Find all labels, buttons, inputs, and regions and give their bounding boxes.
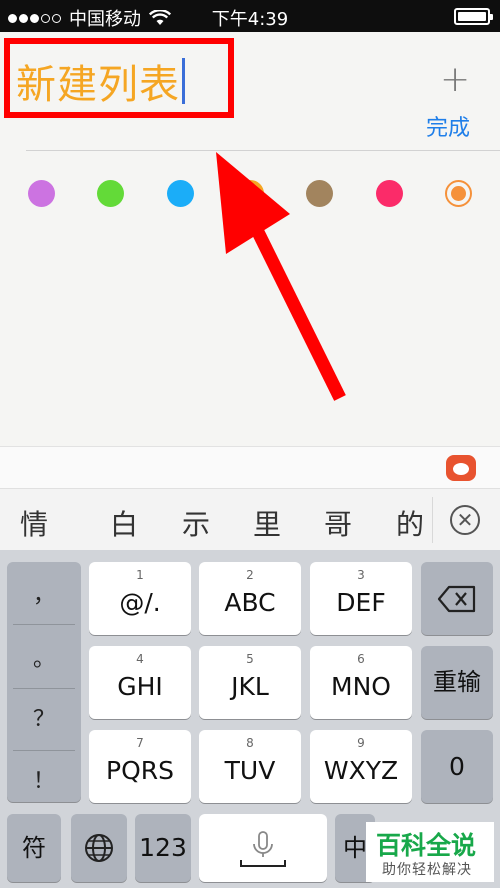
candidate-1[interactable]: 情	[20, 503, 48, 543]
key-label: GHI	[117, 672, 163, 701]
key-9[interactable]: 9 WXYZ	[310, 730, 412, 803]
battery-icon	[454, 8, 493, 25]
key-number: 8	[246, 736, 254, 750]
candidate-separator	[432, 497, 433, 543]
reinput-button[interactable]: 重输	[421, 646, 493, 719]
key-label: @/.	[119, 588, 161, 617]
done-button[interactable]: 完成	[426, 110, 470, 142]
key-7[interactable]: 7 PQRS	[89, 730, 191, 803]
candidate-6[interactable]: 的	[396, 503, 424, 543]
key-5[interactable]: 5 JKL	[199, 646, 301, 719]
candidate-bar: 情 白 示 里 哥 的 ✕	[0, 488, 500, 550]
key-number: 4	[136, 652, 144, 666]
space-voice-key[interactable]	[199, 814, 327, 882]
key-label: WXYZ	[323, 756, 399, 785]
key-number: 6	[357, 652, 365, 666]
watermark-sub-text: 助你轻松解决	[382, 862, 472, 878]
key-label: MNO	[331, 672, 391, 701]
candidate-3[interactable]: 示	[182, 503, 210, 543]
close-candidates-icon[interactable]: ✕	[450, 505, 480, 535]
punct-key-question[interactable]: ？	[7, 690, 81, 750]
divider	[26, 150, 500, 151]
text-caret	[182, 58, 185, 104]
key-number: 5	[246, 652, 254, 666]
key-label: DEF	[336, 588, 386, 617]
punct-separator	[13, 750, 75, 751]
color-swatch-purple[interactable]	[28, 180, 55, 207]
color-swatch-blue[interactable]	[167, 180, 194, 207]
color-swatch-pink[interactable]	[376, 180, 403, 207]
microphone-icon	[240, 831, 286, 867]
key-label: TUV	[224, 756, 276, 785]
list-title-field[interactable]: 新建列表	[16, 52, 185, 110]
color-swatch-orange-selected[interactable]	[445, 180, 472, 207]
new-list-editor: 新建列表 + 完成	[0, 32, 500, 446]
key-number: 1	[136, 568, 144, 582]
watermark-main-text: 百科全说	[376, 831, 477, 860]
key-4[interactable]: 4 GHI	[89, 646, 191, 719]
key-label: ABC	[224, 588, 276, 617]
punct-key-period[interactable]: 。	[7, 630, 81, 690]
key-3[interactable]: 3 DEF	[310, 562, 412, 635]
plus-icon[interactable]: +	[440, 62, 470, 98]
watermark: 百科全说 助你轻松解决	[366, 822, 494, 882]
key-2[interactable]: 2 ABC	[199, 562, 301, 635]
color-swatch-brown[interactable]	[306, 180, 333, 207]
status-bar: 中国移动 下午4:39	[0, 0, 500, 32]
backspace-icon	[437, 585, 476, 613]
list-title-text: 新建列表	[16, 62, 180, 108]
key-number: 9	[357, 736, 365, 750]
key-number: 3	[357, 568, 365, 582]
globe-icon	[85, 834, 113, 862]
key-1[interactable]: 1 @/.	[89, 562, 191, 635]
keyboard-accessory-bar	[0, 446, 500, 488]
punctuation-column[interactable]: ， 。 ？ ！	[7, 562, 81, 802]
key-label: JKL	[231, 672, 269, 701]
symbol-key[interactable]: 符	[7, 814, 61, 882]
key-8[interactable]: 8 TUV	[199, 730, 301, 803]
globe-button[interactable]	[71, 814, 127, 882]
numeric-key[interactable]: 123	[135, 814, 191, 882]
punct-separator	[13, 688, 75, 689]
color-swatch-green[interactable]	[97, 180, 124, 207]
candidate-5[interactable]: 哥	[324, 503, 352, 543]
status-time: 下午4:39	[211, 9, 289, 30]
candidate-4[interactable]: 里	[253, 503, 281, 543]
key-label: PQRS	[106, 756, 174, 785]
backspace-button[interactable]	[421, 562, 493, 635]
key-number: 2	[246, 568, 254, 582]
key-6[interactable]: 6 MNO	[310, 646, 412, 719]
punct-separator	[13, 624, 75, 625]
candidate-2[interactable]: 白	[110, 503, 138, 543]
key-0[interactable]: 0	[421, 730, 493, 803]
color-swatch-yellow[interactable]	[237, 180, 264, 207]
key-number: 7	[136, 736, 144, 750]
keyboard-app-icon[interactable]	[446, 455, 476, 481]
punct-key-comma[interactable]: ，	[7, 566, 81, 626]
punct-key-exclamation[interactable]: ！	[7, 752, 81, 812]
